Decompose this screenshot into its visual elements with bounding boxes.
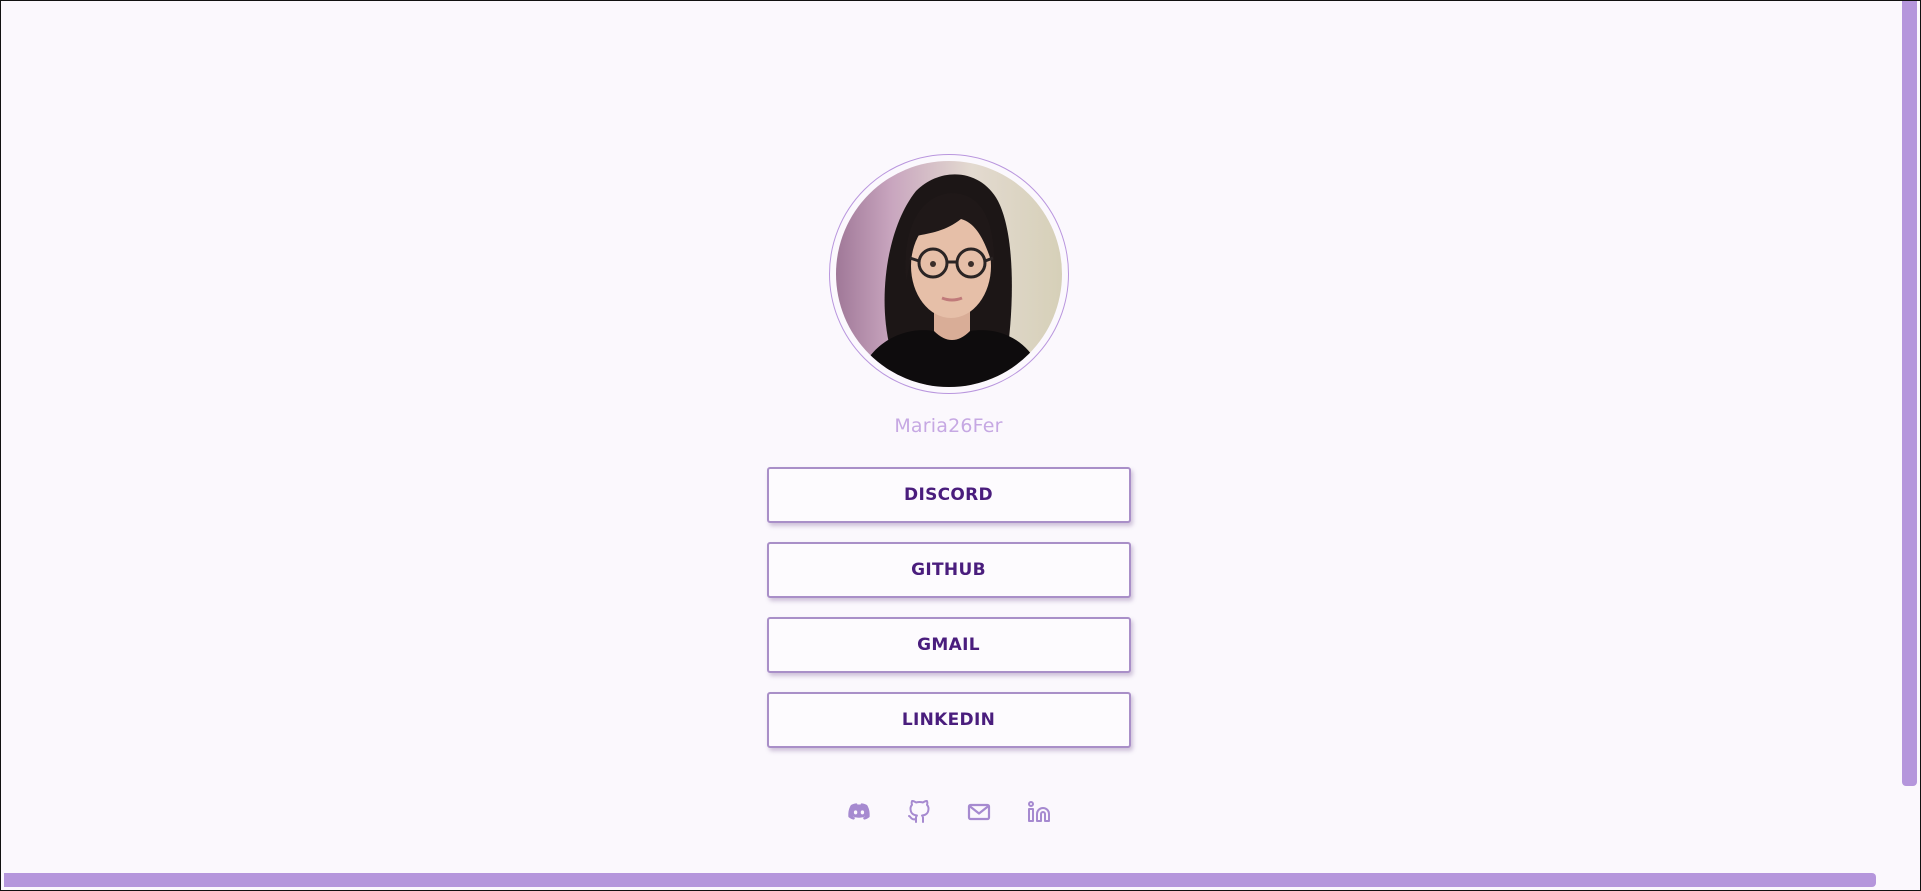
linkedin-button[interactable]: LINKEDIN bbox=[766, 692, 1131, 748]
page-viewport: Maria26Fer DISCORD GITHUB GMAIL LINKEDIN bbox=[0, 0, 1921, 891]
vertical-scrollbar[interactable] bbox=[1898, 1, 1920, 890]
horizontal-scrollbar-thumb[interactable] bbox=[4, 873, 1876, 887]
social-icons-row bbox=[847, 800, 1051, 824]
gmail-icon[interactable] bbox=[967, 800, 991, 824]
username: Maria26Fer bbox=[894, 415, 1003, 437]
discord-icon[interactable] bbox=[847, 800, 871, 824]
github-icon[interactable] bbox=[907, 800, 931, 824]
link-list: DISCORD GITHUB GMAIL LINKEDIN bbox=[766, 467, 1131, 748]
discord-button[interactable]: DISCORD bbox=[766, 467, 1131, 523]
horizontal-scrollbar[interactable] bbox=[1, 868, 1898, 890]
github-button[interactable]: GITHUB bbox=[766, 542, 1131, 598]
linkedin-icon[interactable] bbox=[1027, 800, 1051, 824]
gmail-button[interactable]: GMAIL bbox=[766, 617, 1131, 673]
avatar-ring bbox=[828, 154, 1069, 394]
avatar bbox=[835, 161, 1062, 387]
vertical-scrollbar-thumb[interactable] bbox=[1902, 1, 1917, 786]
profile-card: Maria26Fer DISCORD GITHUB GMAIL LINKEDIN bbox=[1, 1, 1896, 824]
avatar-photo bbox=[835, 161, 1062, 387]
